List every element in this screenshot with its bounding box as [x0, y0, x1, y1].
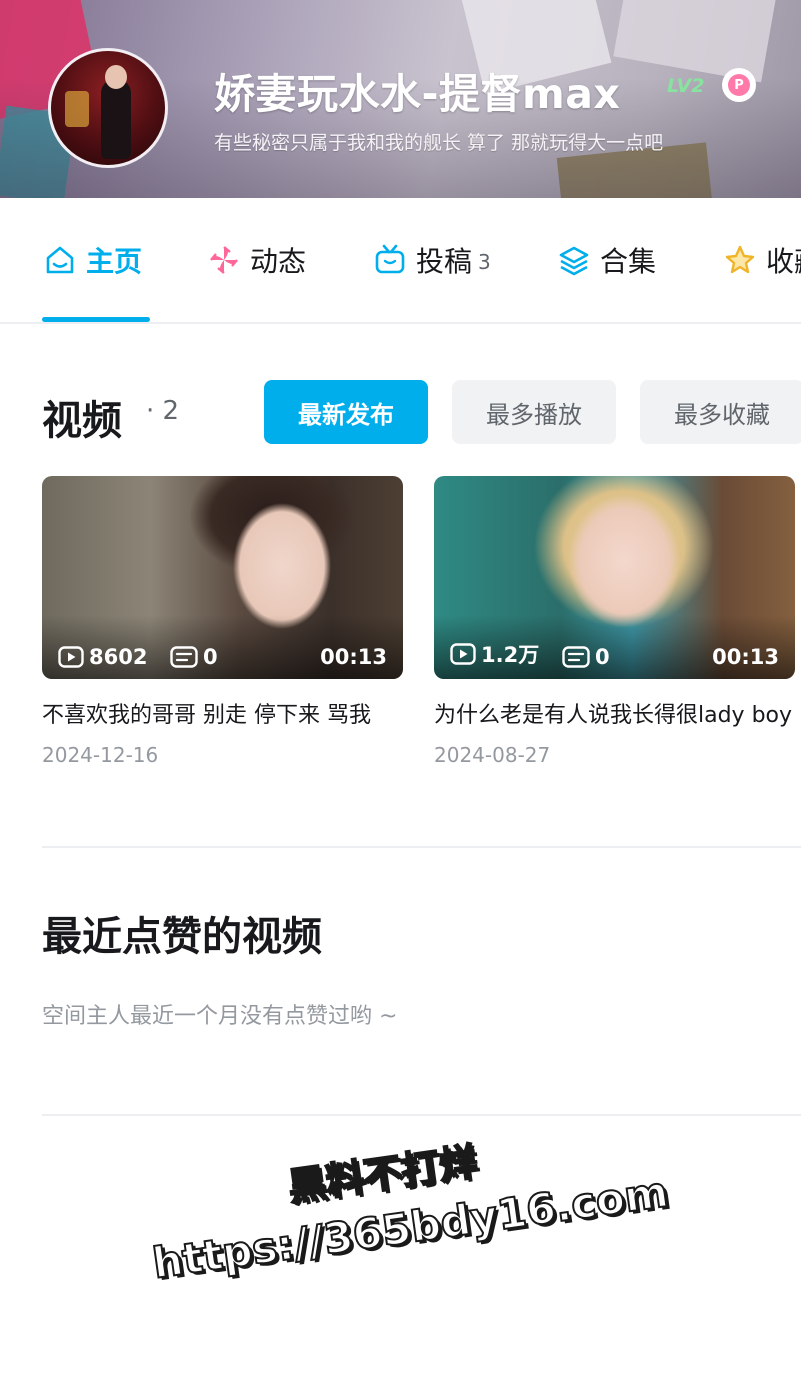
- video-title[interactable]: 为什么老是有人说我长得很lady boy: [434, 699, 795, 733]
- video-date: 2024-12-16: [42, 743, 159, 767]
- play-count-icon: [58, 646, 84, 668]
- play-count: 1.2万: [450, 639, 539, 669]
- video-date: 2024-08-27: [434, 743, 551, 767]
- sort-most-played-button[interactable]: 最多播放: [452, 380, 616, 444]
- video-title[interactable]: 不喜欢我的哥哥 别走 停下来 骂我: [42, 699, 403, 733]
- tab-label: 合集: [600, 245, 657, 278]
- active-tab-indicator: [42, 317, 150, 322]
- home-icon: [46, 246, 74, 274]
- tab-submissions[interactable]: 投稿 3: [372, 240, 491, 280]
- video-duration: 00:13: [320, 645, 387, 669]
- tab-label: 收藏: [766, 245, 801, 278]
- liked-empty-text: 空间主人最近一个月没有点赞过哟 ~: [42, 1004, 398, 1029]
- sort-latest-button[interactable]: 最新发布: [264, 380, 428, 444]
- username: 娇妻玩水水-提督max: [214, 70, 621, 118]
- tab-favorites[interactable]: 收藏: [722, 240, 801, 280]
- profile-banner: 娇妻玩水水-提督max LV2 P 有些秘密只属于我和我的舰长 算了 那就玩得大…: [0, 0, 801, 198]
- level-badge: LV2: [667, 75, 705, 97]
- video-thumbnail[interactable]: 8602 0 00:13: [42, 476, 403, 679]
- watermark-line-2: https://365bdy16.com: [149, 1166, 672, 1289]
- section-divider: [42, 846, 801, 848]
- submission-count: 3: [478, 250, 491, 274]
- video-thumbnail[interactable]: 1.2万 0 00:13: [434, 476, 795, 679]
- tab-dynamics[interactable]: 动态: [206, 240, 306, 280]
- danmaku-icon: [170, 646, 198, 668]
- star-icon: [725, 245, 755, 274]
- tab-collections[interactable]: 合集: [556, 240, 656, 280]
- video-card[interactable]: 1.2万 0 00:13 为什么老是有人说我长得很lady boy 2024-0…: [434, 476, 795, 767]
- tab-label: 主页: [86, 245, 143, 278]
- watermark: 黑料不打烊 https://365bdy16.com: [131, 1103, 689, 1346]
- danmaku-count: 0: [170, 645, 218, 669]
- video-card[interactable]: 8602 0 00:13 不喜欢我的哥哥 别走 停下来 骂我 2024-12-1…: [42, 476, 403, 767]
- user-bio: 有些秘密只属于我和我的舰长 算了 那就玩得大一点吧: [214, 132, 664, 154]
- danmaku-icon: [562, 646, 590, 668]
- section-divider: [42, 1114, 801, 1116]
- video-count: · 2: [146, 396, 180, 426]
- banner-decoration: [613, 0, 777, 83]
- play-count-icon: [450, 643, 476, 665]
- videos-section-title: 视频: [42, 398, 122, 444]
- liked-section-title: 最近点赞的视频: [42, 914, 322, 960]
- profile-tab-bar: 主页 动态 投稿 3 合集 收: [0, 198, 801, 324]
- danmaku-count: 0: [562, 645, 610, 669]
- sort-most-favorited-button[interactable]: 最多收藏: [640, 380, 801, 444]
- fan-badge-icon[interactable]: P: [722, 68, 756, 102]
- avatar[interactable]: [48, 48, 168, 168]
- video-duration: 00:13: [712, 645, 779, 669]
- play-count: 8602: [58, 645, 147, 669]
- tab-label: 投稿: [416, 245, 473, 278]
- layers-icon: [559, 246, 589, 276]
- tab-label: 动态: [250, 245, 307, 278]
- pinwheel-icon: [210, 246, 238, 274]
- tv-icon: [375, 244, 405, 274]
- watermark-line-1: 黑料不打烊: [285, 1138, 481, 1210]
- tab-home[interactable]: 主页: [42, 240, 142, 280]
